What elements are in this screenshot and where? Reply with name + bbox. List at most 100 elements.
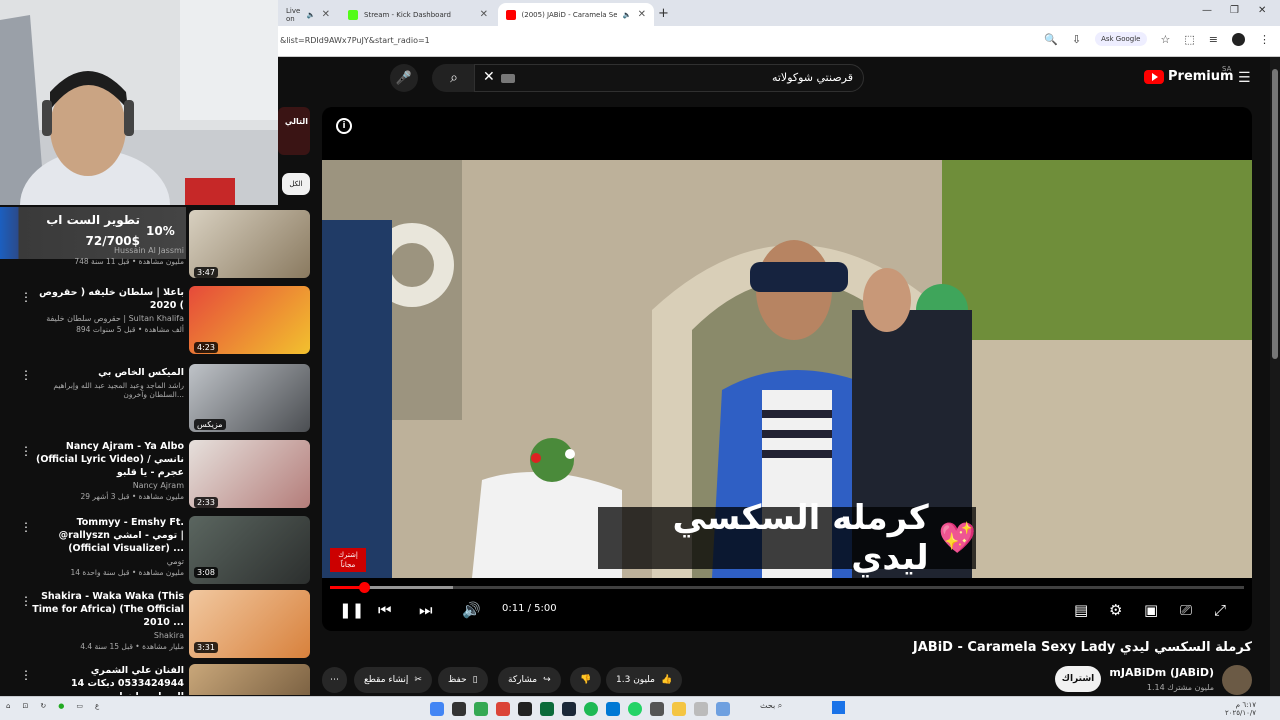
video-title[interactable]: باعلا | سلطان خليفه ( حقروص ) 2020 — [32, 286, 184, 312]
pause-icon[interactable]: ❚❚ — [339, 601, 364, 619]
subscribe-button[interactable]: اشتراك — [1055, 666, 1101, 692]
microphone-icon[interactable]: 🎤 — [390, 64, 418, 92]
keyboard-icon[interactable] — [501, 74, 515, 83]
channel-name[interactable]: تومي — [32, 557, 184, 566]
minimize-icon[interactable]: — — [1202, 5, 1212, 16]
search-input[interactable]: ✕ قرصنتي شوكولاته — [474, 64, 864, 92]
list-item[interactable]: ⋮ 2:33 Nancy Ajram - Ya Albo (Official L… — [0, 440, 312, 516]
more-options-icon[interactable]: ⋮ — [20, 520, 32, 534]
clear-search-icon[interactable]: ✕ — [483, 69, 495, 85]
obs-icon[interactable] — [518, 702, 532, 716]
media-controls-icon[interactable]: ≡ — [1209, 33, 1218, 46]
save-button[interactable]: حفظ ▯ — [438, 667, 488, 693]
close-icon[interactable]: ✕ — [322, 9, 330, 20]
hamburger-menu-icon[interactable]: ☰ — [1238, 70, 1251, 86]
list-item[interactable]: ⋮ 4:23 باعلا | سلطان خليفه ( حقروص ) 202… — [0, 286, 312, 362]
settings-gear-icon[interactable]: ⚙ — [1109, 601, 1122, 619]
close-window-icon[interactable]: ✕ — [1258, 5, 1266, 16]
close-icon[interactable]: ✕ — [480, 9, 488, 20]
maximize-icon[interactable]: ❐ — [1230, 5, 1239, 16]
ask-google-button[interactable]: Ask Google — [1095, 32, 1147, 46]
list-item[interactable]: ⋮ الفنان علي الشمري 0533424944 دبكات 14 … — [0, 664, 312, 695]
video-title[interactable]: الفنان علي الشمري 0533424944 دبكات 14 ال… — [32, 664, 184, 695]
like-button[interactable]: 1.3 مليون 👍 — [606, 667, 683, 693]
chrome-profile-icon[interactable] — [474, 702, 488, 716]
more-actions-button[interactable]: ⋯ — [322, 667, 347, 693]
filter-chip-all[interactable]: الكل — [282, 173, 310, 195]
network-icon[interactable]: ⌂ — [6, 702, 10, 710]
subscribe-watermark[interactable]: إشترك مجاناً — [330, 548, 366, 572]
search-button[interactable]: ⌕ — [432, 64, 476, 92]
calculator-icon[interactable] — [650, 702, 664, 716]
notepad-icon[interactable] — [694, 702, 708, 716]
chrome-icon[interactable] — [430, 702, 444, 716]
scrubber-handle[interactable] — [358, 582, 370, 593]
window-icon[interactable]: ⊡ — [22, 702, 28, 710]
dislike-button[interactable]: 👎 — [570, 667, 602, 693]
clip-button[interactable]: إنشاء مقطع ✂ — [354, 667, 432, 693]
list-item[interactable]: 3:47 Hussain Al Jassmi 748 مليون مشاهدة … — [0, 210, 312, 286]
page-scrollbar[interactable] — [1270, 57, 1280, 696]
list-item[interactable]: ⋮ 3:08 Tommyy - Emshy Ft. @rallyszn تومي… — [0, 516, 312, 592]
previous-icon[interactable]: ⏮ — [378, 601, 392, 619]
refresh-icon[interactable]: ↻ — [40, 702, 46, 710]
video-thumbnail[interactable] — [189, 664, 310, 695]
video-title[interactable]: Tommyy - Emshy Ft. @rallyszn تومي - امشي… — [32, 516, 184, 555]
channel-name[interactable]: Nancy Ajram — [32, 481, 184, 490]
volume-icon[interactable]: 🔊 — [462, 601, 481, 619]
file-explorer-icon[interactable] — [672, 702, 686, 716]
fullscreen-icon[interactable]: ⤢ — [1214, 601, 1226, 619]
task-view-icon[interactable] — [452, 702, 466, 716]
zoom-icon[interactable]: 🔍 — [1044, 33, 1058, 46]
youtube-premium-logo[interactable]: Premium SA — [1144, 65, 1234, 84]
xbox-icon[interactable]: ● — [58, 702, 64, 710]
new-tab-button[interactable]: + — [658, 6, 669, 21]
channel-name[interactable]: حقروص سلطان خليفة | Sultan Khalifa — [32, 314, 184, 323]
more-options-icon[interactable]: ⋮ — [20, 444, 32, 458]
whatsapp-icon[interactable] — [628, 702, 642, 716]
system-clock[interactable]: ٦:١٧ م ٢٠٢٥/١٠/٧ — [1225, 701, 1256, 717]
steam-icon[interactable] — [562, 702, 576, 716]
video-title[interactable]: الميكس الخاص بي — [32, 366, 184, 379]
captions-icon[interactable]: ▤ — [1074, 601, 1088, 619]
tab-kick-dashboard[interactable]: Stream - Kick Dashboard ✕ — [340, 3, 496, 26]
channel-avatar[interactable] — [1222, 665, 1252, 695]
ime-indicator[interactable]: ع — [95, 702, 99, 710]
desktop-icon[interactable]: ▭ — [76, 702, 83, 710]
spotify-icon[interactable] — [584, 702, 598, 716]
more-options-icon[interactable]: ⋮ — [20, 368, 32, 382]
close-icon[interactable]: ✕ — [638, 9, 646, 20]
more-menu-icon[interactable]: ⋮ — [1259, 33, 1270, 46]
video-title[interactable]: Nancy Ajram - Ya Albo (Official Lyric Vi… — [32, 440, 184, 479]
widgets-icon[interactable] — [716, 702, 730, 716]
tab-youtube-video[interactable]: (2005) JABiD - Caramela Sexy Lady 🔈 ✕ — [498, 3, 654, 26]
video-title[interactable]: Shakira - Waka Waka (This Time for Afric… — [32, 590, 184, 629]
taskbar-search[interactable]: بحث ⌕ — [760, 701, 782, 711]
share-button[interactable]: مشاركة ↪ — [498, 667, 561, 693]
up-next-card[interactable]: التالي — [278, 107, 310, 155]
progress-bar[interactable] — [330, 582, 1244, 593]
extensions-icon[interactable]: ⬚ — [1184, 33, 1194, 46]
list-item[interactable]: ⋮ مزيكس الميكس الخاص بي راشد الماجد وعبد… — [0, 364, 312, 440]
tab-live[interactable]: Live on 🔈 ✕ — [278, 3, 338, 26]
bookmark-star-icon[interactable]: ☆ — [1161, 33, 1171, 46]
channel-name[interactable]: Shakira — [32, 631, 184, 640]
url-field[interactable]: &list=RDId9AWx7PuJY&start_radio=1 — [280, 36, 430, 45]
scrollbar-thumb[interactable] — [1272, 69, 1278, 359]
info-icon[interactable]: i — [336, 118, 352, 134]
channel-name[interactable]: Hussain Al Jassmi — [32, 246, 184, 255]
miniplayer-icon[interactable]: ▣ — [1144, 601, 1158, 619]
edge-icon[interactable] — [606, 702, 620, 716]
list-item[interactable]: ⋮ 3:31 Shakira - Waka Waka (This Time fo… — [0, 590, 312, 666]
excel-icon[interactable] — [540, 702, 554, 716]
more-options-icon[interactable]: ⋮ — [20, 668, 32, 682]
start-menu-icon[interactable] — [832, 701, 845, 714]
browser-icon[interactable] — [496, 702, 510, 716]
more-options-icon[interactable]: ⋮ — [20, 594, 32, 608]
install-icon[interactable]: ⇩ — [1072, 33, 1081, 46]
more-options-icon[interactable]: ⋮ — [20, 290, 32, 304]
profile-avatar[interactable] — [1232, 32, 1245, 46]
cast-icon[interactable]: ⎚ — [1180, 601, 1192, 619]
next-icon[interactable]: ⏭ — [419, 601, 433, 619]
channel-name[interactable]: mJABiDm (JABiD) — [1109, 666, 1214, 679]
